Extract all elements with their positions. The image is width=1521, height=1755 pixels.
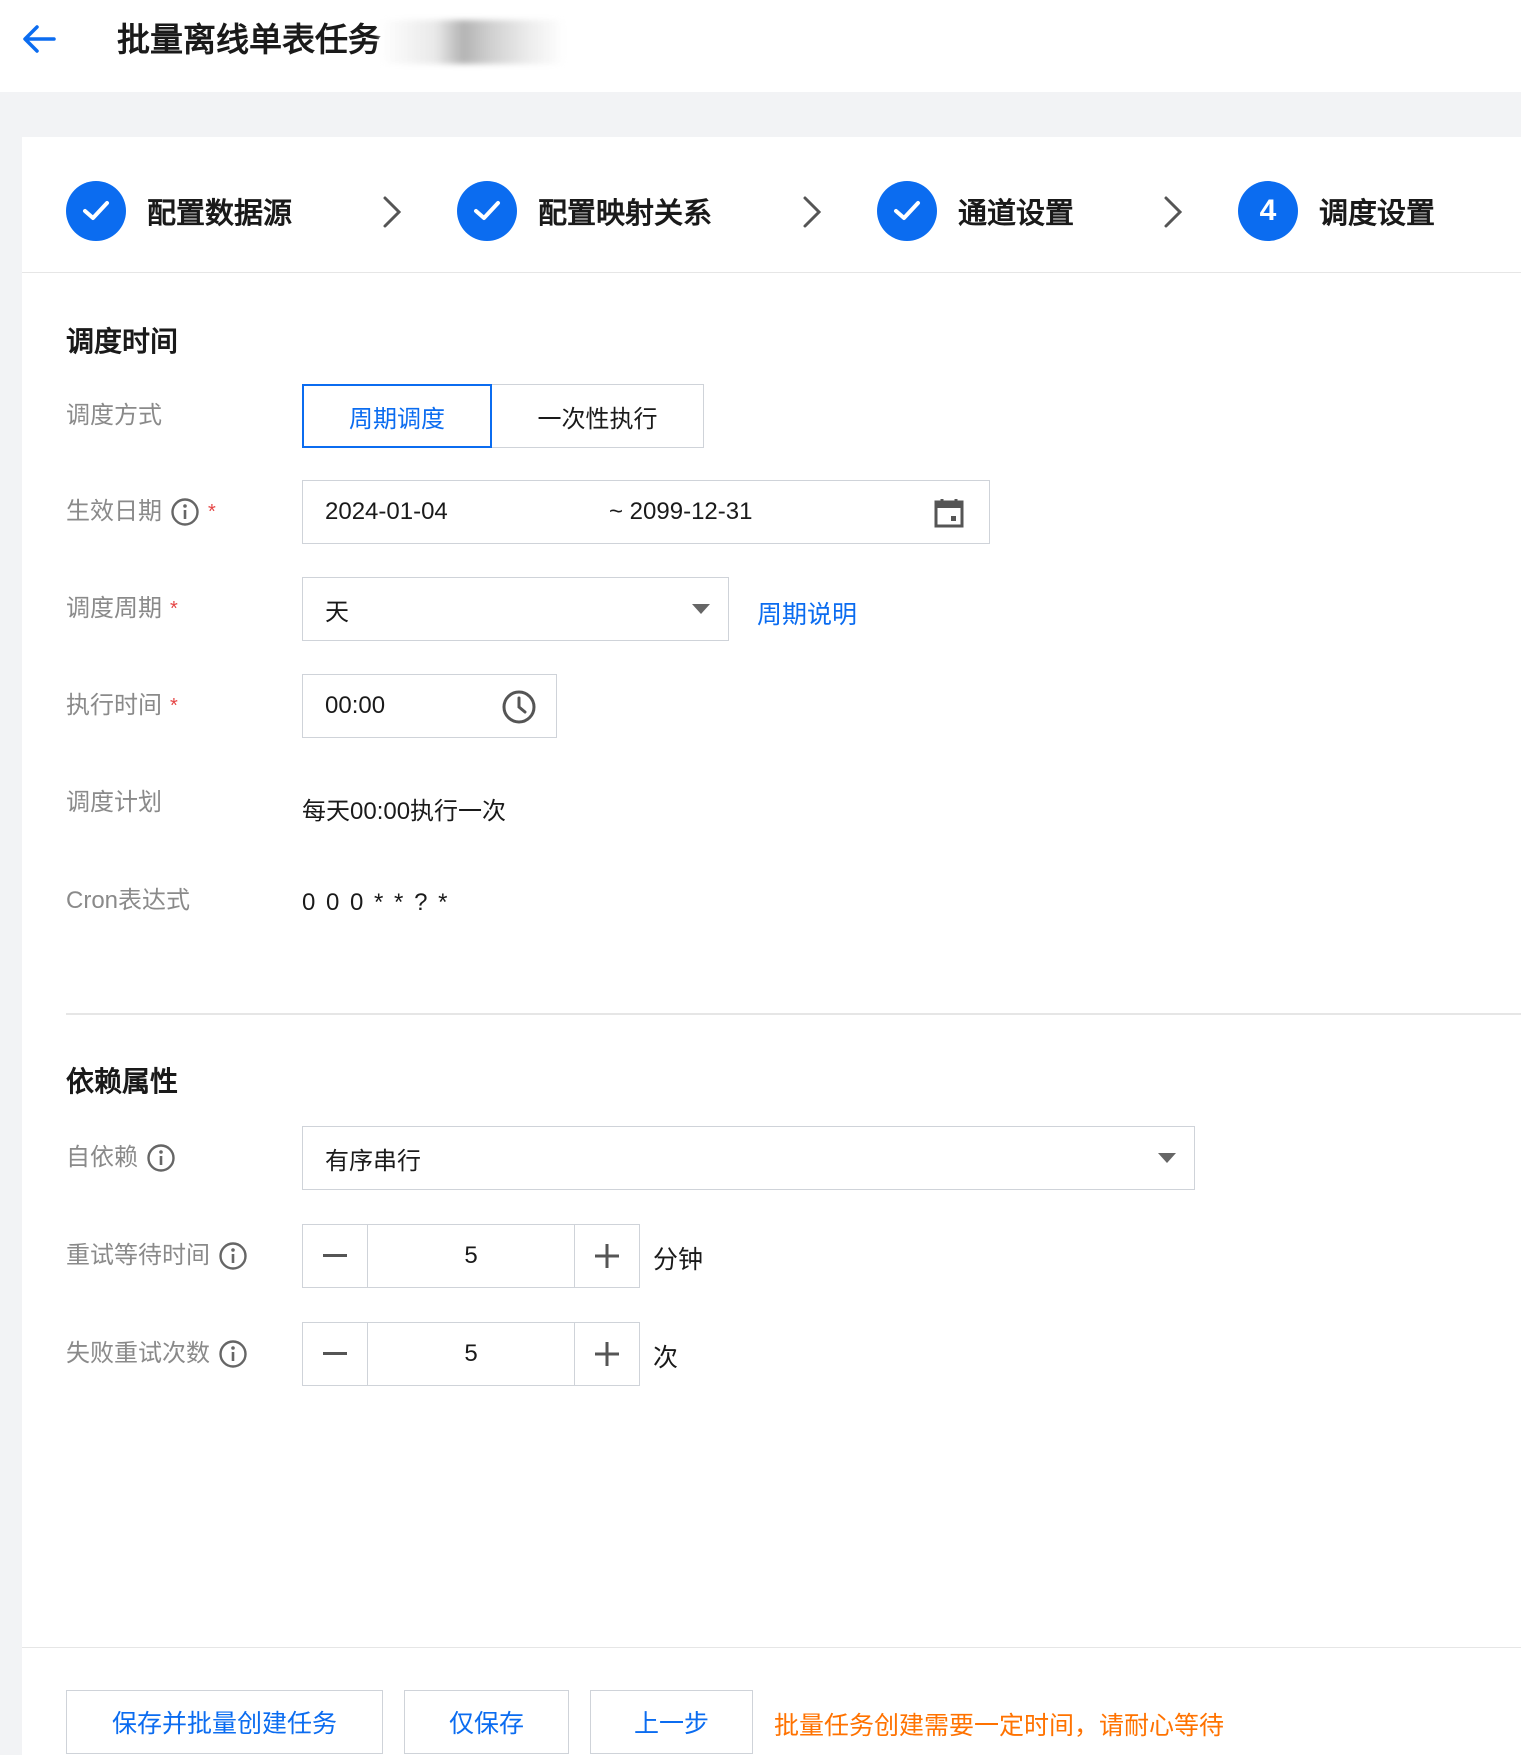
retry-wait-stepper: 5 xyxy=(302,1224,640,1288)
label-text: 执行时间 xyxy=(66,692,162,719)
dropdown-caret-icon xyxy=(692,604,710,614)
select-value: 有序串行 xyxy=(325,1147,421,1175)
effective-date-range-picker[interactable]: 2024-01-04 ~ 2099-12-31 xyxy=(302,480,990,544)
main-card: 配置数据源 配置映射关系 通道设置 4 调度设置 调度时间 调度方式 周期调度 … xyxy=(22,137,1521,1755)
calendar-icon[interactable] xyxy=(933,497,965,529)
minus-icon xyxy=(323,1254,347,1257)
minus-icon xyxy=(323,1352,347,1355)
start-date[interactable]: 2024-01-04 xyxy=(325,498,448,526)
info-icon[interactable] xyxy=(218,1339,248,1369)
step-number: 4 xyxy=(1238,181,1298,241)
footer-bar: 保存并批量创建任务 仅保存 上一步 批量任务创建需要一定时间，请耐心等待 xyxy=(22,1647,1521,1755)
wait-notice: 批量任务创建需要一定时间，请耐心等待 xyxy=(774,1712,1225,1740)
mode-once-button[interactable]: 一次性执行 xyxy=(492,384,704,448)
cycle-help-link[interactable]: 周期说明 xyxy=(757,595,857,631)
label-text: 重试等待时间 xyxy=(66,1242,210,1269)
step-schedule-settings[interactable]: 4 调度设置 xyxy=(1238,181,1435,241)
select-value: 天 xyxy=(325,598,349,626)
step-config-source[interactable]: 配置数据源 xyxy=(66,181,292,241)
schedule-cycle-select[interactable]: 天 xyxy=(302,577,729,641)
step-config-mapping[interactable]: 配置映射关系 xyxy=(457,181,712,241)
check-icon xyxy=(457,181,517,241)
chevron-right-icon xyxy=(383,196,402,228)
redacted-title-suffix xyxy=(380,20,565,64)
schedule-mode-label: 调度方式 xyxy=(66,396,162,436)
retry-count-unit: 次 xyxy=(653,1344,679,1372)
schedule-plan-value: 每天00:00执行一次 xyxy=(302,798,507,825)
time-value: 00:00 xyxy=(325,692,386,719)
step-label: 配置数据源 xyxy=(147,198,293,230)
plus-icon xyxy=(595,1342,619,1366)
label-text: Cron表达式 xyxy=(66,887,191,914)
step-label: 调度设置 xyxy=(1319,198,1436,230)
schedule-mode-segmented: 周期调度 一次性执行 xyxy=(302,384,704,448)
label-text: 失败重试次数 xyxy=(66,1340,210,1367)
plus-button[interactable] xyxy=(575,1225,639,1287)
label-text: 调度周期 xyxy=(66,595,162,622)
save-only-button[interactable]: 仅保存 xyxy=(404,1690,569,1754)
required-mark: * xyxy=(170,695,178,717)
previous-step-button[interactable]: 上一步 xyxy=(590,1690,753,1754)
end-date[interactable]: ~ 2099-12-31 xyxy=(609,498,752,526)
plus-icon xyxy=(595,1244,619,1268)
effective-date-label: 生效日期 * xyxy=(66,492,216,532)
check-icon xyxy=(877,181,937,241)
self-dependency-select[interactable]: 有序串行 xyxy=(302,1126,1195,1190)
step-bar: 配置数据源 配置映射关系 通道设置 4 调度设置 xyxy=(22,137,1521,273)
exec-time-label: 执行时间 * xyxy=(66,686,178,726)
step-label: 通道设置 xyxy=(958,198,1075,230)
required-mark: * xyxy=(170,598,178,620)
back-arrow-icon[interactable] xyxy=(18,18,60,60)
label-text: 调度计划 xyxy=(66,789,162,816)
info-icon[interactable] xyxy=(218,1241,248,1271)
step-channel-settings[interactable]: 通道设置 xyxy=(877,181,1074,241)
info-icon[interactable] xyxy=(170,497,200,527)
retry-wait-label: 重试等待时间 xyxy=(66,1236,248,1276)
cron-value: 0 0 0 * * ? * xyxy=(302,889,450,916)
self-dependency-label: 自依赖 xyxy=(66,1138,176,1178)
label-text: 调度方式 xyxy=(66,402,162,429)
exec-time-picker[interactable]: 00:00 xyxy=(302,674,557,738)
label-text: 自依赖 xyxy=(66,1144,138,1171)
retry-wait-unit: 分钟 xyxy=(653,1246,704,1274)
required-mark: * xyxy=(208,501,216,523)
section-divider xyxy=(66,1013,1521,1015)
retry-wait-input[interactable]: 5 xyxy=(367,1225,575,1287)
chevron-right-icon xyxy=(1164,196,1183,228)
save-and-create-button[interactable]: 保存并批量创建任务 xyxy=(66,1690,383,1754)
plus-button[interactable] xyxy=(575,1323,639,1385)
cron-label: Cron表达式 xyxy=(66,881,190,921)
schedule-plan-label: 调度计划 xyxy=(66,783,162,823)
mode-periodic-button[interactable]: 周期调度 xyxy=(302,384,492,448)
retry-count-label: 失败重试次数 xyxy=(66,1334,248,1374)
check-icon xyxy=(66,181,126,241)
chevron-right-icon xyxy=(803,196,822,228)
section-title-dependency: 依赖属性 xyxy=(66,1066,179,1097)
step-label: 配置映射关系 xyxy=(538,198,713,230)
page-title: 批量离线单表任务 xyxy=(117,21,381,58)
page-header: 批量离线单表任务 xyxy=(0,0,1521,92)
retry-count-stepper: 5 xyxy=(302,1322,640,1386)
minus-button[interactable] xyxy=(303,1323,367,1385)
retry-count-input[interactable]: 5 xyxy=(367,1323,575,1385)
label-text: 生效日期 xyxy=(66,498,162,525)
info-icon[interactable] xyxy=(146,1143,176,1173)
schedule-cycle-label: 调度周期 * xyxy=(66,589,178,629)
clock-icon[interactable] xyxy=(501,689,537,725)
section-title-schedule: 调度时间 xyxy=(66,326,179,357)
dropdown-caret-icon xyxy=(1158,1153,1176,1163)
minus-button[interactable] xyxy=(303,1225,367,1287)
